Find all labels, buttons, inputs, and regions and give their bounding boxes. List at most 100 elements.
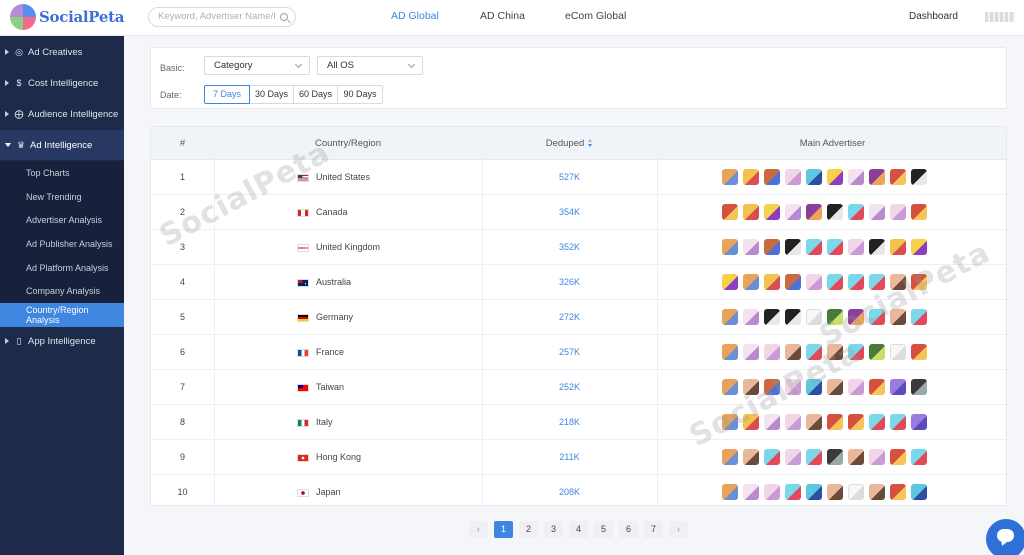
- advertiser-app-icon[interactable]: [869, 484, 885, 500]
- table-row[interactable]: 10 Japan 208K: [151, 475, 1006, 505]
- search-icon[interactable]: [280, 13, 288, 21]
- advertiser-app-icon[interactable]: [785, 204, 801, 220]
- advertiser-app-icon[interactable]: [743, 379, 759, 395]
- advertiser-app-icon[interactable]: [806, 204, 822, 220]
- sidebar-sub-advertiser-analysis[interactable]: Advertiser Analysis: [0, 208, 124, 232]
- advertiser-app-icon[interactable]: [848, 309, 864, 325]
- advertiser-app-icon[interactable]: [743, 344, 759, 360]
- advertiser-app-icon[interactable]: [848, 414, 864, 430]
- advertiser-app-icon[interactable]: [764, 484, 780, 500]
- advertiser-app-icon[interactable]: [743, 309, 759, 325]
- page-4-button[interactable]: 4: [569, 521, 588, 538]
- advertiser-app-icon[interactable]: [806, 484, 822, 500]
- advertiser-app-icon[interactable]: [848, 484, 864, 500]
- advertiser-app-icon[interactable]: [827, 379, 843, 395]
- date-90-days-button[interactable]: 90 Days: [337, 85, 383, 104]
- sidebar-sub-new-trending[interactable]: New Trending: [0, 185, 124, 209]
- sidebar-sub-ad-publisher-analysis[interactable]: Ad Publisher Analysis: [0, 232, 124, 256]
- advertiser-app-icon[interactable]: [869, 414, 885, 430]
- row-deduped[interactable]: 326K: [482, 265, 657, 300]
- advertiser-app-icon[interactable]: [764, 309, 780, 325]
- advertiser-app-icon[interactable]: [743, 414, 759, 430]
- advertiser-app-icon[interactable]: [848, 449, 864, 465]
- advertiser-app-icon[interactable]: [806, 449, 822, 465]
- sidebar-sub-ad-platform-analysis[interactable]: Ad Platform Analysis: [0, 256, 124, 280]
- advertiser-app-icon[interactable]: [911, 169, 927, 185]
- advertiser-app-icon[interactable]: [869, 169, 885, 185]
- advertiser-app-icon[interactable]: [890, 204, 906, 220]
- advertiser-app-icon[interactable]: [764, 239, 780, 255]
- advertiser-app-icon[interactable]: [785, 344, 801, 360]
- sidebar-sub-company-analysis[interactable]: Company Analysis: [0, 279, 124, 303]
- advertiser-app-icon[interactable]: [722, 414, 738, 430]
- row-deduped[interactable]: 211K: [482, 440, 657, 475]
- advertiser-app-icon[interactable]: [785, 274, 801, 290]
- header-deduped[interactable]: Deduped: [482, 127, 657, 160]
- advertiser-app-icon[interactable]: [743, 449, 759, 465]
- advertiser-app-icon[interactable]: [764, 204, 780, 220]
- advertiser-app-icon[interactable]: [911, 414, 927, 430]
- row-country[interactable]: United States: [297, 160, 370, 195]
- advertiser-app-icon[interactable]: [911, 379, 927, 395]
- dashboard-link[interactable]: Dashboard: [909, 11, 958, 22]
- sort-icon[interactable]: [588, 139, 593, 148]
- advertiser-app-icon[interactable]: [890, 309, 906, 325]
- row-country[interactable]: Italy: [297, 405, 333, 440]
- advertiser-app-icon[interactable]: [890, 379, 906, 395]
- advertiser-app-icon[interactable]: [890, 449, 906, 465]
- advertiser-app-icon[interactable]: [890, 239, 906, 255]
- date-7-days-button[interactable]: 7 Days: [204, 85, 250, 104]
- table-row[interactable]: 4 Australia 326K: [151, 265, 1006, 300]
- advertiser-app-icon[interactable]: [806, 309, 822, 325]
- advertiser-app-icon[interactable]: [911, 239, 927, 255]
- row-deduped[interactable]: 272K: [482, 300, 657, 335]
- advertiser-app-icon[interactable]: [785, 169, 801, 185]
- advertiser-app-icon[interactable]: [869, 309, 885, 325]
- sidebar-item-ad-creatives[interactable]: ◎ Ad Creatives: [0, 37, 124, 67]
- advertiser-app-icon[interactable]: [722, 449, 738, 465]
- advertiser-app-icon[interactable]: [911, 309, 927, 325]
- advertiser-app-icon[interactable]: [785, 239, 801, 255]
- row-deduped[interactable]: 218K: [482, 405, 657, 440]
- advertiser-app-icon[interactable]: [890, 169, 906, 185]
- row-deduped[interactable]: 527K: [482, 160, 657, 195]
- advertiser-app-icon[interactable]: [827, 414, 843, 430]
- advertiser-app-icon[interactable]: [722, 484, 738, 500]
- advertiser-app-icon[interactable]: [743, 204, 759, 220]
- advertiser-app-icon[interactable]: [869, 449, 885, 465]
- page-2-button[interactable]: 2: [519, 521, 538, 538]
- advertiser-app-icon[interactable]: [743, 484, 759, 500]
- advertiser-app-icon[interactable]: [764, 274, 780, 290]
- advertiser-app-icon[interactable]: [827, 449, 843, 465]
- prev-page-button[interactable]: ‹: [469, 521, 488, 538]
- next-page-button[interactable]: ›: [669, 521, 688, 538]
- advertiser-app-icon[interactable]: [743, 274, 759, 290]
- advertiser-app-icon[interactable]: [806, 414, 822, 430]
- advertiser-app-icon[interactable]: [764, 414, 780, 430]
- row-country[interactable]: France: [297, 335, 344, 370]
- row-deduped[interactable]: 208K: [482, 475, 657, 505]
- table-row[interactable]: 3 United Kingdom 352K: [151, 230, 1006, 265]
- row-country[interactable]: Hong Kong: [297, 440, 361, 475]
- advertiser-app-icon[interactable]: [806, 344, 822, 360]
- advertiser-app-icon[interactable]: [890, 274, 906, 290]
- advertiser-app-icon[interactable]: [869, 239, 885, 255]
- advertiser-app-icon[interactable]: [848, 169, 864, 185]
- advertiser-app-icon[interactable]: [722, 239, 738, 255]
- advertiser-app-icon[interactable]: [785, 414, 801, 430]
- row-country[interactable]: Germany: [297, 300, 353, 335]
- advertiser-app-icon[interactable]: [911, 274, 927, 290]
- advertiser-app-icon[interactable]: [827, 484, 843, 500]
- row-country[interactable]: Japan: [297, 475, 341, 505]
- advertiser-app-icon[interactable]: [806, 274, 822, 290]
- advertiser-app-icon[interactable]: [827, 204, 843, 220]
- page-7-button[interactable]: 7: [644, 521, 663, 538]
- advertiser-app-icon[interactable]: [848, 239, 864, 255]
- advertiser-app-icon[interactable]: [743, 239, 759, 255]
- advertiser-app-icon[interactable]: [743, 169, 759, 185]
- advertiser-app-icon[interactable]: [785, 449, 801, 465]
- search-box[interactable]: [148, 7, 296, 27]
- os-select[interactable]: All OS: [317, 56, 423, 75]
- advertiser-app-icon[interactable]: [806, 379, 822, 395]
- advertiser-app-icon[interactable]: [827, 344, 843, 360]
